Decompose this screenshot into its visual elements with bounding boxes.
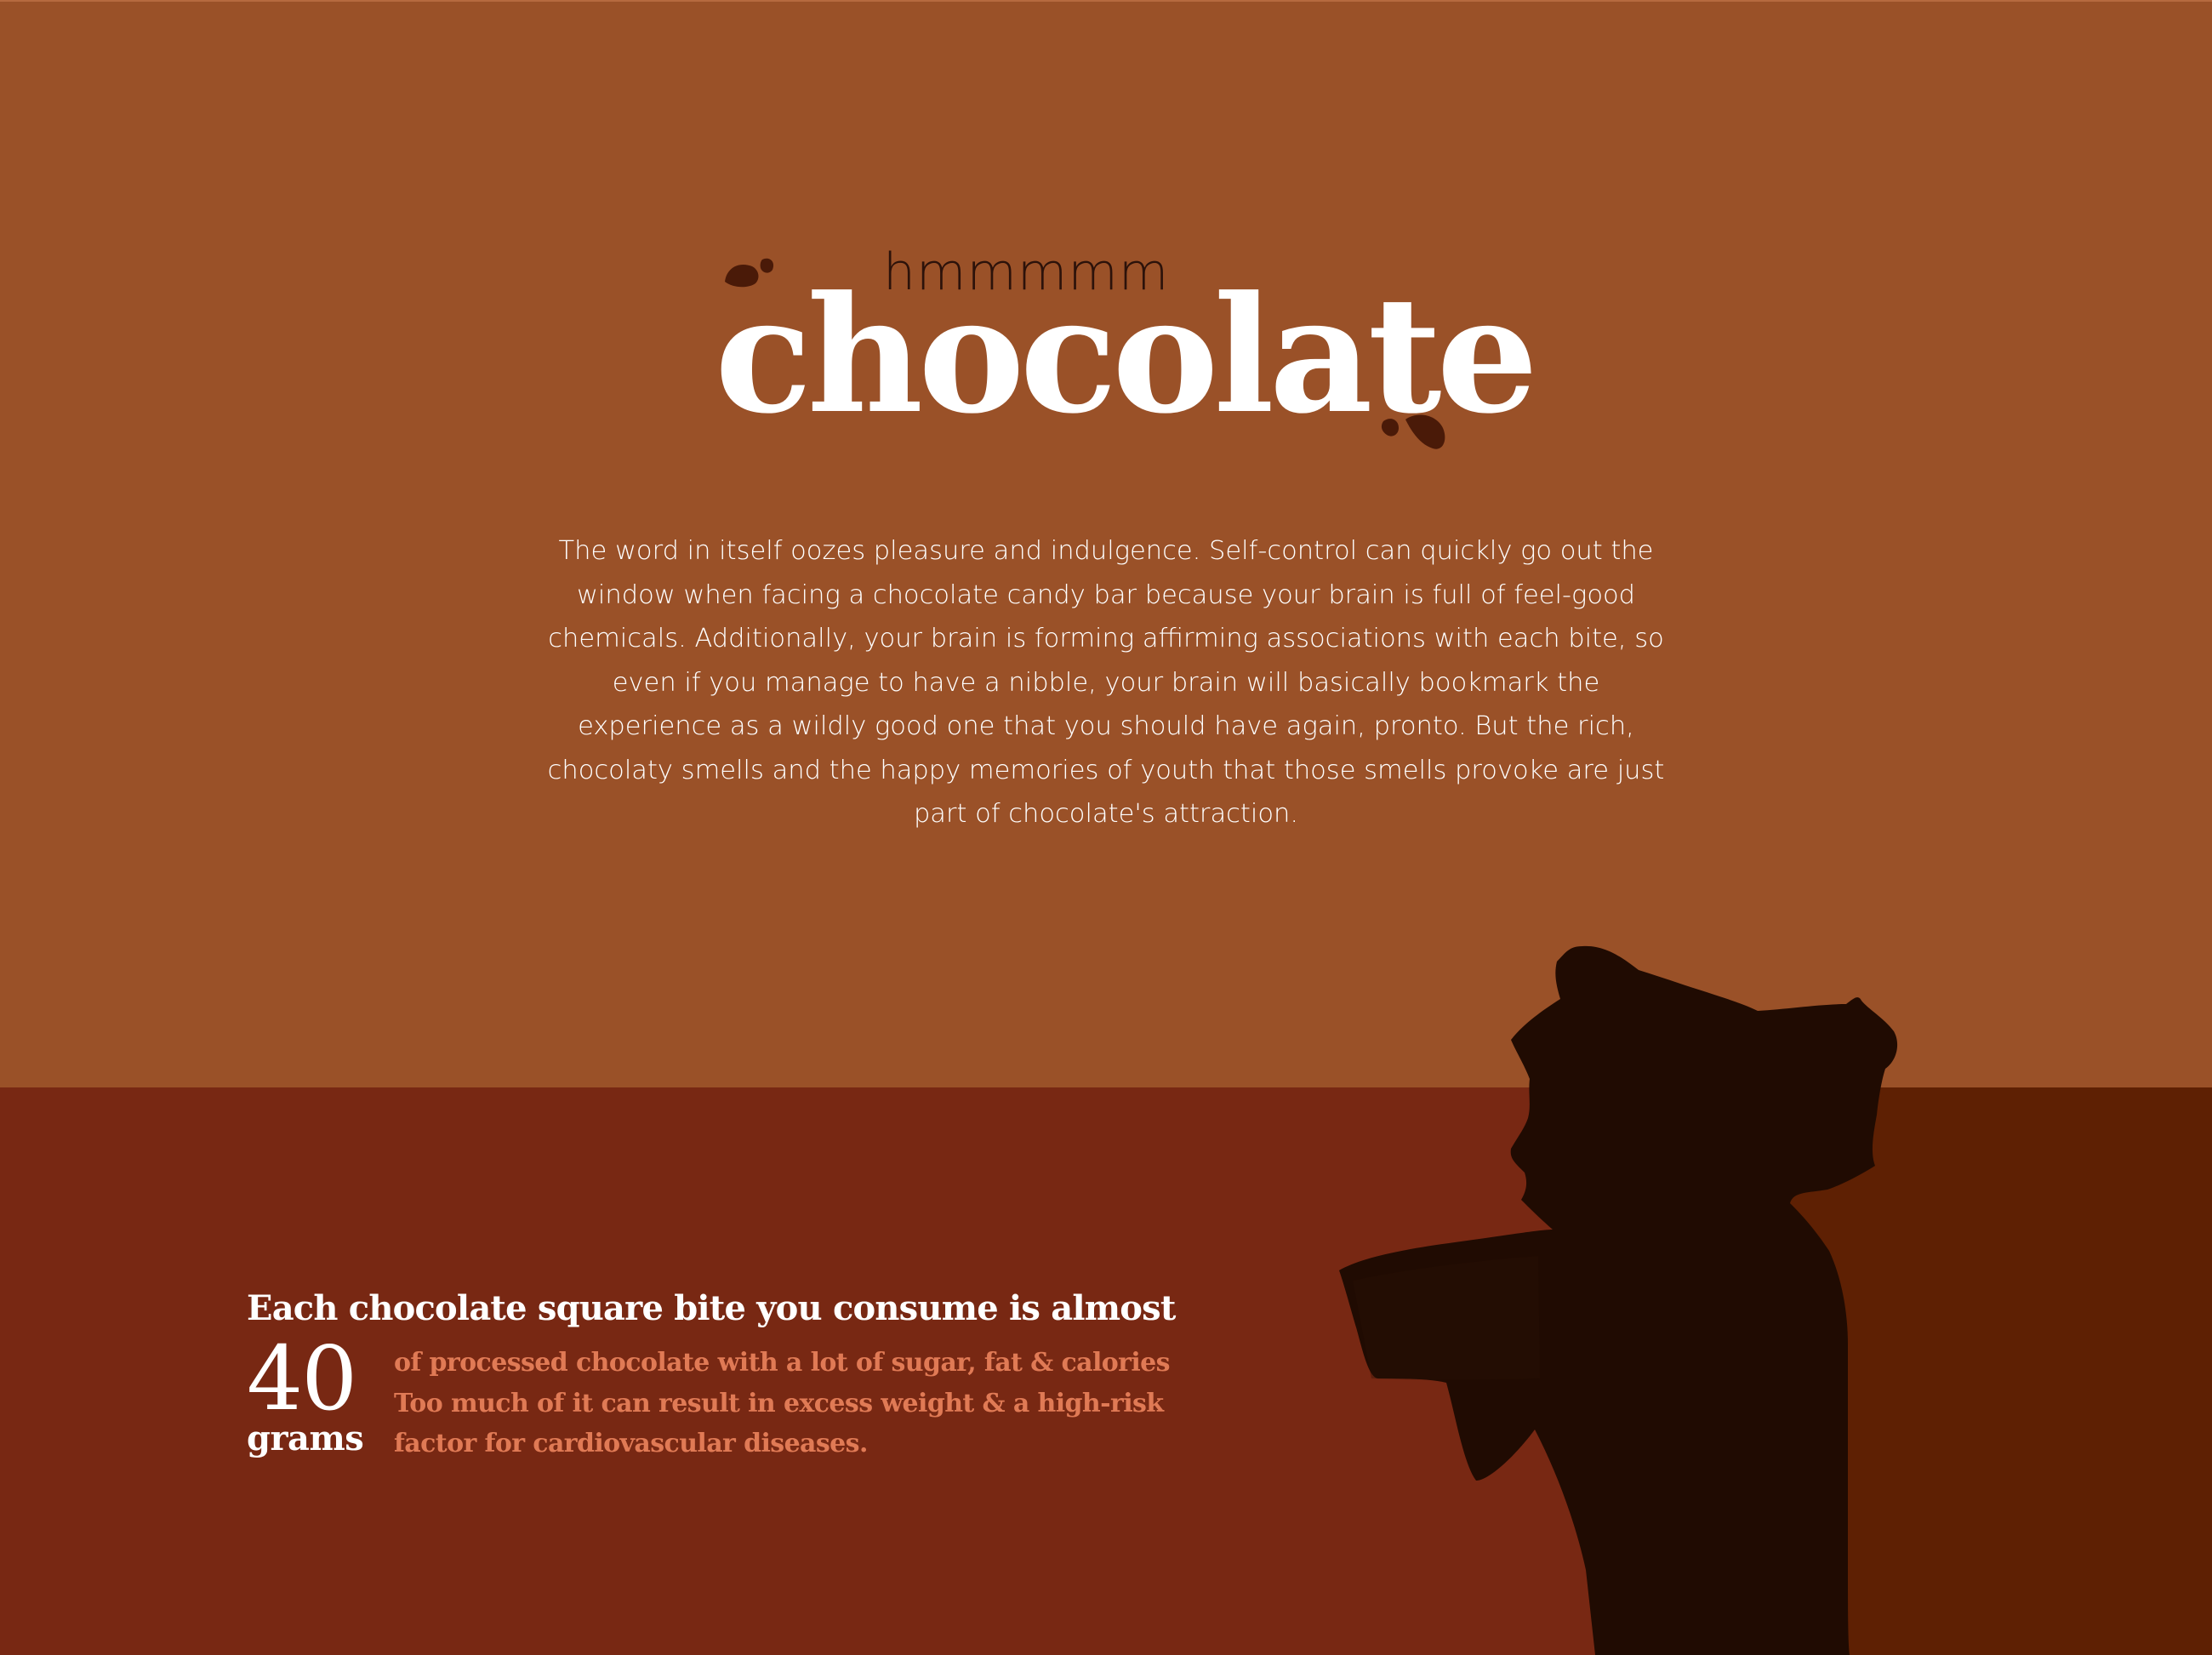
fact-number: 40 <box>247 1327 357 1430</box>
fact-unit: grams <box>247 1418 364 1458</box>
fact-detail-line: factor for cardiovascular diseases. <box>394 1429 868 1458</box>
chocolate-drop-icon <box>1381 414 1445 449</box>
intro-paragraph: The word in itself oozes pleasure and in… <box>547 536 1665 829</box>
fact-heading: Each chocolate square bite you consume i… <box>247 1288 1176 1328</box>
fact-detail-line: Too much of it can result in excess weig… <box>394 1388 1164 1418</box>
title-block: hmmmmm chocolate <box>715 243 1538 464</box>
fact-detail: of processed chocolate with a lot of sug… <box>394 1343 1171 1464</box>
person-silhouette <box>1339 945 1898 1655</box>
fact-detail-line: of processed chocolate with a lot of sug… <box>394 1348 1171 1378</box>
